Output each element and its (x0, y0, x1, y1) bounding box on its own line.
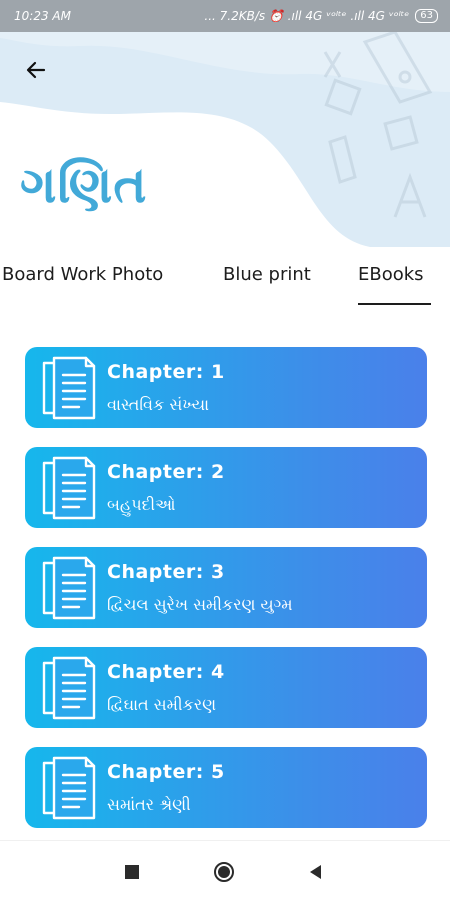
chapter-number: Chapter: 4 (107, 661, 225, 683)
status-bar: 10:23 AM ... 7.2KB/s ⏰ .ıll 4G ᵛᵒˡᵗᵉ .ıl… (0, 0, 450, 32)
document-icon (42, 456, 96, 520)
tab-ebooks[interactable]: EBooks (358, 264, 424, 285)
chapter-card-1[interactable]: Chapter: 1 વાસ્તવિક સંખ્યા (25, 347, 427, 428)
document-icon (42, 356, 96, 420)
back-arrow-icon (26, 61, 46, 79)
status-indicator-text: ... 7.2KB/s ⏰ .ıll 4G ᵛᵒˡᵗᵉ .ıll 4G ᵛᵒˡᵗ… (204, 9, 410, 23)
chapter-card-4[interactable]: Chapter: 4 દ્વિઘાત સમીકરણ (25, 647, 427, 728)
chapter-name: બહુપદીઓ (107, 495, 176, 514)
chapter-name: દ્વિઘાત સમીકરણ (107, 695, 217, 714)
chapter-number: Chapter: 1 (107, 361, 225, 383)
active-tab-indicator (358, 303, 431, 305)
tab-blue-print[interactable]: Blue print (223, 264, 311, 285)
square-icon (125, 865, 139, 879)
chapter-card-5[interactable]: Chapter: 5 સમાંતર શ્રેણી (25, 747, 427, 828)
document-icon (42, 656, 96, 720)
chapter-number: Chapter: 5 (107, 761, 225, 783)
document-icon (42, 756, 96, 820)
chapter-card-3[interactable]: Chapter: 3 દ્વિચલ સુરેખ સમીકરણ યુગ્મ (25, 547, 427, 628)
tab-bar: Board Work Photo Blue print EBooks (0, 258, 450, 308)
system-back-button[interactable] (305, 861, 327, 883)
chapter-card-2[interactable]: Chapter: 2 બહુપદીઓ (25, 447, 427, 528)
chapter-list: Chapter: 1 વાસ્તવિક સંખ્યા Chapter: 2 બહ… (25, 347, 427, 847)
header: ગણિત (0, 32, 450, 247)
page-title: ગણિત (20, 156, 148, 214)
chapter-number: Chapter: 3 (107, 561, 225, 583)
back-button[interactable] (18, 52, 54, 88)
document-icon (42, 556, 96, 620)
recent-apps-button[interactable] (121, 861, 143, 883)
battery-icon: 63 (415, 9, 438, 23)
chapter-name: વાસ્તવિક સંખ્યા (107, 395, 210, 414)
status-indicators: ... 7.2KB/s ⏰ .ıll 4G ᵛᵒˡᵗᵉ .ıll 4G ᵛᵒˡᵗ… (204, 9, 438, 23)
status-time: 10:23 AM (14, 9, 71, 23)
tab-board-work-photo[interactable]: Board Work Photo (2, 264, 163, 285)
chapter-name: સમાંતર શ્રેણી (107, 795, 191, 814)
chapter-name: દ્વિચલ સુરેખ સમીકરણ યુગ્મ (107, 595, 293, 614)
home-button[interactable] (213, 861, 235, 883)
triangle-icon (310, 865, 321, 879)
chapter-number: Chapter: 2 (107, 461, 225, 483)
system-navigation-bar (0, 840, 450, 900)
